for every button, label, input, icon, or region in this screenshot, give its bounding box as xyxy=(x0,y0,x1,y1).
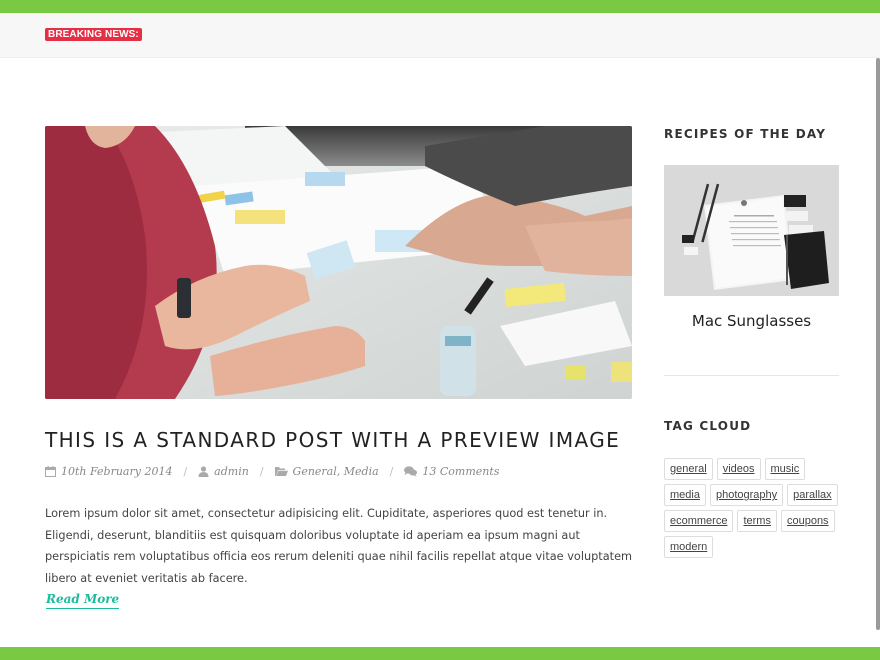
post-meta: 10th February 2014 / admin / General, Me… xyxy=(45,463,499,479)
post-comments-text: 13 Comments xyxy=(422,464,500,478)
tag-link[interactable]: coupons xyxy=(780,510,835,532)
tag-link[interactable]: videos xyxy=(716,458,761,480)
tag-link[interactable]: general xyxy=(664,458,713,480)
post-title[interactable]: THIS IS A STANDARD POST WITH A PREVIEW I… xyxy=(45,427,645,453)
comments-icon xyxy=(404,465,418,477)
recipe-item-image[interactable] xyxy=(664,165,839,296)
tag-link[interactable]: modern xyxy=(664,536,714,558)
post-preview-image[interactable] xyxy=(45,126,632,399)
read-more-link[interactable]: Read More xyxy=(46,592,120,609)
recipes-widget-title: RECIPES OF THE DAY xyxy=(664,127,827,141)
scrollbar-thumb[interactable] xyxy=(876,58,880,630)
tag-link[interactable]: media xyxy=(664,484,706,506)
folder-open-icon xyxy=(274,467,288,476)
post-categories-text: General, Media xyxy=(292,464,379,478)
post-date-text: 10th February 2014 xyxy=(61,464,173,478)
post-excerpt: Lorem ipsum dolor sit amet, consectetur … xyxy=(45,507,633,585)
user-icon xyxy=(198,465,209,477)
tag-link[interactable]: terms xyxy=(737,510,777,532)
breaking-news-bar: BREAKING NEWS: xyxy=(0,13,880,58)
top-accent-bar xyxy=(0,0,880,13)
post-author-text: admin xyxy=(214,464,249,478)
tag-link[interactable]: parallax xyxy=(787,484,838,506)
meta-separator: / xyxy=(389,464,394,478)
widget-divider xyxy=(664,375,839,376)
tag-link[interactable]: photography xyxy=(709,484,784,506)
tag-cloud-title: TAG CLOUD xyxy=(664,419,752,433)
bottom-accent-bar xyxy=(0,647,880,660)
meta-separator: / xyxy=(259,464,264,478)
post-comments[interactable]: 13 Comments xyxy=(404,465,499,478)
meta-separator: / xyxy=(183,464,188,478)
breaking-news-badge: BREAKING NEWS: xyxy=(45,28,142,41)
recipe-item-title[interactable]: Mac Sunglasses xyxy=(664,312,839,330)
post-date[interactable]: 10th February 2014 xyxy=(45,465,172,478)
tag-cloud: general videos music media photography p… xyxy=(664,458,844,562)
post-author[interactable]: admin xyxy=(198,465,249,478)
tag-link[interactable]: ecommerce xyxy=(664,510,734,532)
calendar-icon xyxy=(45,465,56,477)
post-categories[interactable]: General, Media xyxy=(274,464,379,478)
tag-link[interactable]: music xyxy=(764,458,806,480)
